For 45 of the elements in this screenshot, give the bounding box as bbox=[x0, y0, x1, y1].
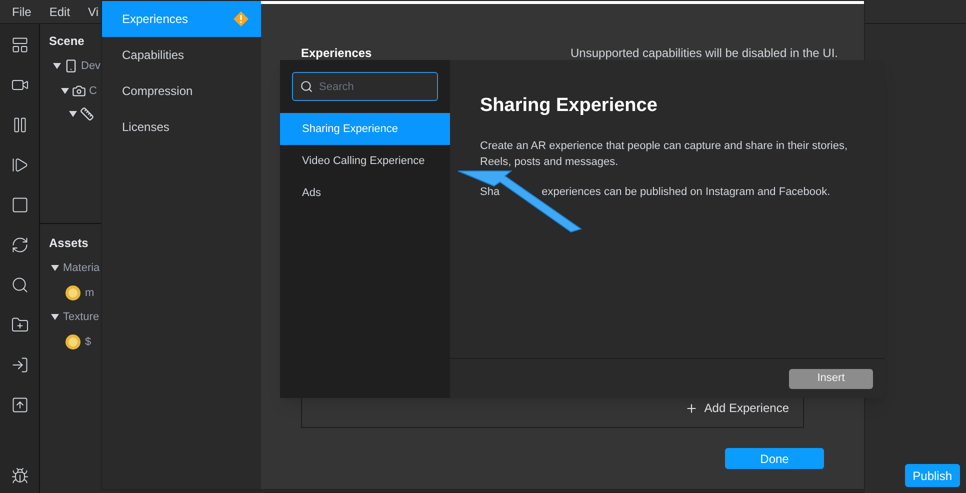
experience-item[interactable]: Ads bbox=[280, 177, 450, 209]
panel-title: Assets bbox=[49, 235, 90, 252]
refresh-icon[interactable] bbox=[10, 236, 28, 254]
search-icon[interactable] bbox=[10, 276, 28, 294]
expand-triangle-icon[interactable] bbox=[51, 314, 59, 320]
tree-label: Materia bbox=[63, 261, 100, 276]
bug-icon[interactable] bbox=[10, 467, 28, 485]
experience-item[interactable]: Video Calling Experience bbox=[280, 145, 450, 177]
menu-item[interactable]: Vi bbox=[88, 2, 98, 20]
description-text: Sha bbox=[480, 185, 500, 200]
menu-item[interactable]: Edit bbox=[49, 2, 70, 20]
search-icon bbox=[300, 80, 313, 93]
new-folder-icon[interactable] bbox=[10, 316, 28, 334]
coin-icon bbox=[65, 284, 81, 301]
dialog-tab[interactable]: Licenses bbox=[102, 109, 261, 145]
search-field[interactable]: Search bbox=[292, 72, 438, 101]
expand-triangle-icon[interactable] bbox=[61, 88, 69, 94]
tree-label[interactable]: Dev bbox=[81, 58, 101, 74]
menu-item[interactable]: File bbox=[12, 2, 32, 20]
note-text: Unsupported capabilities will be disabled in the UI. bbox=[570, 45, 838, 62]
tree-label: Texture bbox=[63, 310, 100, 325]
description-text: experiences can be published on Instagram and Facebook. bbox=[542, 185, 830, 200]
add-experience-button[interactable]: Add Experience bbox=[685, 399, 789, 417]
tree-label: $ bbox=[85, 334, 92, 350]
coin-icon bbox=[65, 334, 81, 350]
expand-triangle-icon[interactable] bbox=[69, 111, 77, 117]
section-title: Experiences bbox=[301, 45, 372, 62]
dialog-tab[interactable]: Capabilities bbox=[102, 37, 261, 73]
tree-label: m bbox=[85, 286, 94, 300]
dialog-tab[interactable]: Compression bbox=[102, 73, 261, 109]
step-forward-icon[interactable] bbox=[10, 156, 28, 174]
upload-icon[interactable] bbox=[10, 396, 28, 414]
tree-label[interactable]: C bbox=[89, 82, 97, 99]
send-to-device-icon[interactable] bbox=[10, 356, 28, 374]
layout-icon[interactable] bbox=[10, 36, 28, 54]
panel-title: Scene bbox=[49, 33, 86, 50]
detail-title: Sharing Experience bbox=[480, 94, 658, 118]
expand-triangle-icon[interactable] bbox=[53, 63, 61, 70]
ruler-icon bbox=[80, 107, 94, 121]
expand-triangle-icon[interactable] bbox=[51, 265, 59, 272]
camera-icon bbox=[72, 84, 86, 98]
square-icon[interactable] bbox=[10, 196, 28, 214]
description-text: Create an AR experience that people can capture and share in their stories, Reels, posts and messages. bbox=[480, 139, 849, 170]
plus-icon bbox=[685, 402, 698, 414]
phone-icon bbox=[64, 59, 78, 74]
